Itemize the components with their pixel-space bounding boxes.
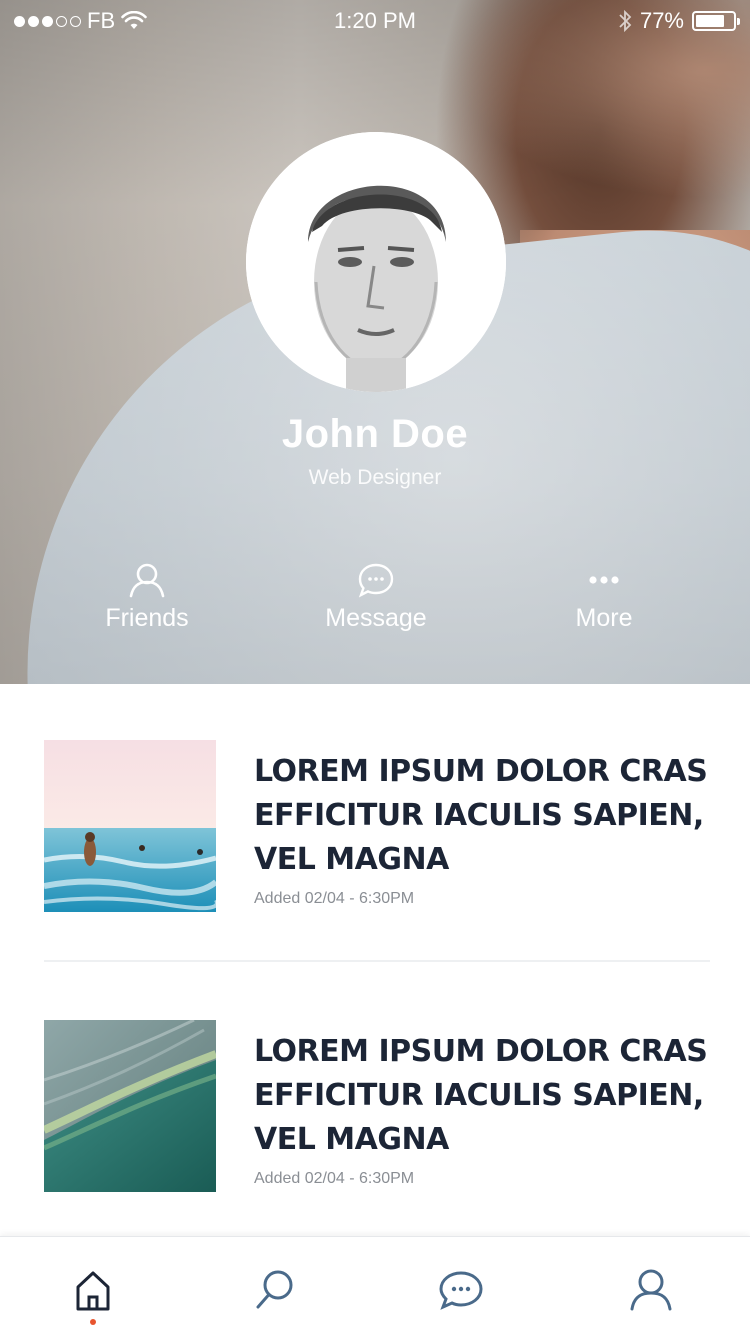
item-title[interactable]: LOREM IPSUM DOLOR CRAS EFFICITUR IACULIS… xyxy=(254,750,724,882)
status-bar: FB 1:20 PM 77% xyxy=(0,0,750,40)
avatar[interactable] xyxy=(246,132,506,392)
battery-icon xyxy=(692,11,740,31)
tab-profile[interactable] xyxy=(626,1265,676,1315)
more-label: More xyxy=(575,604,633,632)
item-title[interactable]: LOREM IPSUM DOLOR CRAS EFFICITUR IACULIS… xyxy=(254,1030,724,1162)
chat-bubble-icon xyxy=(439,1271,483,1310)
ocean-swimmers-photo xyxy=(44,740,216,912)
tab-search[interactable] xyxy=(250,1265,300,1315)
bluetooth-icon xyxy=(619,9,632,33)
tab-bar xyxy=(0,1236,750,1334)
tab-home[interactable] xyxy=(68,1265,118,1315)
home-icon xyxy=(76,1271,110,1311)
friends-label: Friends xyxy=(105,604,189,632)
message-button[interactable]: Message xyxy=(286,560,466,633)
profile-header: FB 1:20 PM 77% John Doe Web Designer Fri… xyxy=(0,0,750,684)
more-button[interactable]: More xyxy=(514,560,694,633)
avatar-portrait xyxy=(246,132,506,392)
item-timestamp: Added 02/04 - 6:30PM xyxy=(254,890,415,907)
item-timestamp: Added 02/04 - 6:30PM xyxy=(254,1170,415,1187)
profile-name: John Doe xyxy=(281,412,469,456)
more-dots-icon xyxy=(589,576,619,584)
active-tab-indicator xyxy=(90,1319,96,1325)
message-label: Message xyxy=(325,604,427,632)
divider xyxy=(44,960,710,962)
search-icon xyxy=(256,1270,293,1309)
battery-percent: 77% xyxy=(639,8,684,33)
profile-role: Web Designer xyxy=(308,466,442,489)
tab-messages[interactable] xyxy=(436,1265,486,1315)
friends-button[interactable]: Friends xyxy=(57,560,237,633)
person-icon xyxy=(630,1269,672,1311)
list-item[interactable]: LOREM IPSUM DOLOR CRAS EFFICITUR IACULIS… xyxy=(0,740,750,1020)
aerial-coastline-photo xyxy=(44,1020,216,1192)
chat-bubble-icon xyxy=(358,563,394,598)
person-icon xyxy=(129,563,165,598)
